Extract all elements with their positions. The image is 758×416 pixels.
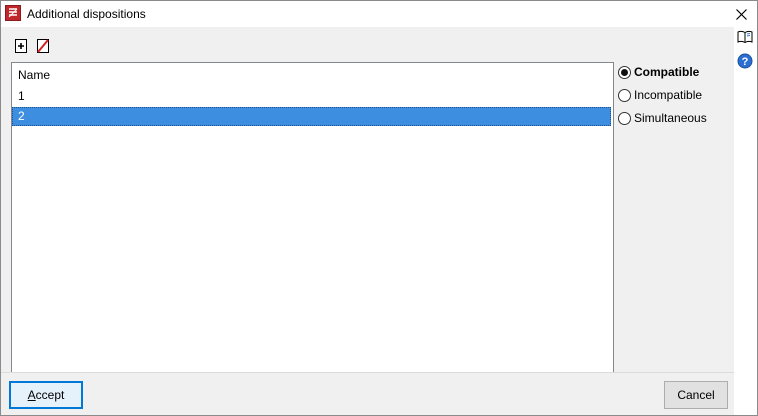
list-header-name: Name: [18, 68, 51, 82]
accept-label: ccept: [35, 388, 65, 402]
dialog-footer: Accept Cancel: [1, 372, 734, 415]
add-button[interactable]: [13, 38, 29, 54]
radio-simultaneous[interactable]: Simultaneous: [618, 109, 707, 127]
radio-button[interactable]: [618, 111, 631, 125]
close-button[interactable]: [731, 4, 751, 24]
dispositions-list[interactable]: Name 1 2: [11, 62, 614, 387]
delete-button[interactable]: [35, 38, 51, 54]
radio-compatible[interactable]: Compatible: [618, 63, 699, 81]
cancel-button[interactable]: Cancel: [664, 381, 728, 409]
cancel-label: Cancel: [677, 388, 715, 402]
list-item-selected[interactable]: 2: [12, 107, 611, 126]
help-button[interactable]: ?: [737, 53, 753, 69]
radio-button-checked[interactable]: [618, 65, 631, 79]
window-title: Additional dispositions: [27, 7, 146, 21]
radio-button[interactable]: [618, 88, 631, 102]
side-toolbar: ?: [734, 27, 757, 415]
radio-label-compatible: Compatible: [634, 65, 700, 79]
dialog-body: Name 1 2 Compatible Incompatible Simulta…: [1, 27, 734, 387]
accept-mnemonic: A: [27, 388, 36, 402]
dialog-window: Additional dispositions Name 1 2 Compati…: [0, 0, 758, 416]
radio-label-simultaneous: Simultaneous: [634, 111, 707, 125]
radio-label-incompatible: Incompatible: [634, 88, 703, 102]
title-bar[interactable]: Additional dispositions: [1, 1, 757, 27]
close-icon: [735, 8, 747, 20]
manual-button[interactable]: [737, 29, 753, 45]
book-icon: [737, 30, 753, 44]
delete-icon: [37, 39, 49, 53]
add-icon: [15, 39, 27, 53]
help-icon: ?: [737, 53, 753, 69]
radio-incompatible[interactable]: Incompatible: [618, 86, 702, 104]
app-icon: [5, 5, 21, 21]
accept-button[interactable]: Accept: [9, 381, 83, 409]
svg-text:?: ?: [742, 56, 749, 68]
list-item[interactable]: 1: [12, 87, 611, 106]
